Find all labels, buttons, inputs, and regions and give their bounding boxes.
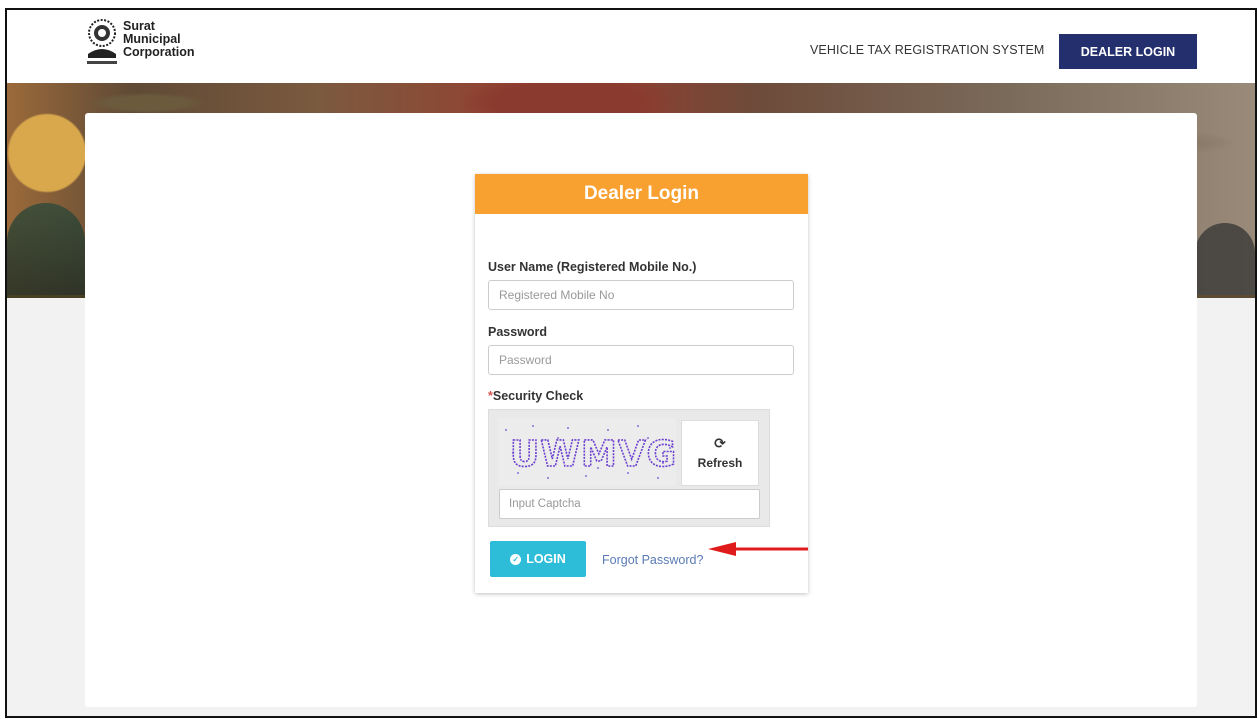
- captcha-image: UWMVG: [498, 418, 676, 486]
- captcha-container: UWMVG ⟳ Refresh: [488, 409, 770, 527]
- dealer-login-card: Dealer Login User Name (Registered Mobil…: [475, 174, 808, 593]
- refresh-icon: ⟳: [714, 435, 726, 451]
- dealer-login-nav-button[interactable]: DEALER LOGIN: [1059, 34, 1197, 69]
- captcha-text: UWMVG: [510, 434, 676, 475]
- username-input[interactable]: [488, 280, 794, 310]
- red-arrow-icon: [708, 542, 808, 556]
- banner-decoration: [7, 203, 85, 298]
- banner-decoration: [1195, 223, 1255, 298]
- smc-logo[interactable]: Surat Municipal Corporation: [85, 18, 195, 68]
- main-content-panel: Dealer Login User Name (Registered Mobil…: [85, 113, 1197, 707]
- security-check-text: Security Check: [492, 389, 584, 403]
- password-input[interactable]: [488, 345, 794, 375]
- captcha-input[interactable]: [499, 489, 760, 519]
- forgot-password-link[interactable]: Forgot Password?: [602, 553, 703, 567]
- top-navbar: Surat Municipal Corporation VEHICLE TAX …: [7, 10, 1255, 83]
- logo-text: Surat Municipal Corporation: [123, 18, 195, 59]
- login-button[interactable]: ✓ LOGIN: [490, 541, 586, 577]
- logo-line-3: Corporation: [123, 45, 195, 59]
- refresh-label: Refresh: [697, 456, 743, 470]
- check-circle-icon: ✓: [510, 553, 522, 565]
- system-title[interactable]: VEHICLE TAX REGISTRATION SYSTEM: [810, 43, 1044, 57]
- captcha-refresh-button[interactable]: ⟳ Refresh: [681, 420, 759, 486]
- municipal-emblem-icon: [87, 19, 117, 64]
- password-label: Password: [488, 325, 548, 339]
- login-card-title: Dealer Login: [475, 174, 808, 214]
- login-button-label: LOGIN: [526, 552, 566, 566]
- username-label: User Name (Registered Mobile No.): [488, 260, 697, 274]
- browser-frame: Surat Municipal Corporation VEHICLE TAX …: [5, 8, 1257, 718]
- security-check-label: *Security Check: [488, 389, 583, 403]
